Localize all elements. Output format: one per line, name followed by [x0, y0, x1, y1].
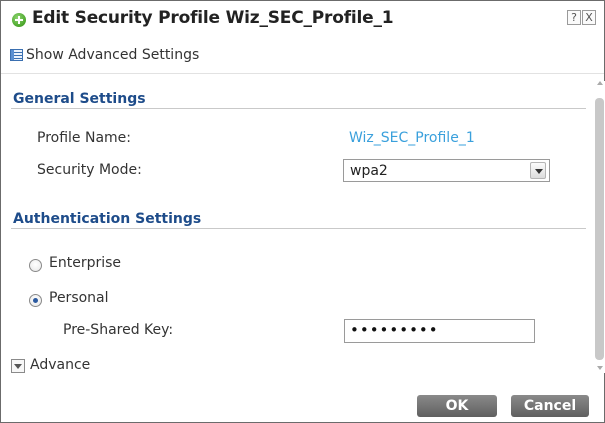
profile-name-label: Profile Name: — [37, 130, 132, 146]
scrollbar-thumb[interactable] — [595, 98, 604, 360]
dialog-title: Edit Security Profile Wiz_SEC_Profile_1 — [32, 8, 394, 28]
chevron-down-icon[interactable] — [530, 162, 546, 179]
personal-radio[interactable] — [29, 294, 42, 307]
show-advanced-settings-link[interactable]: Show Advanced Settings — [10, 45, 199, 65]
green-plus-circle-icon — [12, 13, 26, 27]
pre-shared-key-label: Pre-Shared Key: — [63, 322, 174, 338]
cancel-button[interactable]: Cancel — [511, 395, 589, 417]
help-button[interactable]: ? — [567, 10, 581, 25]
dialog-content: General Settings Profile Name: Wiz_SEC_P… — [11, 81, 591, 381]
dialog-titlebar: Edit Security Profile Wiz_SEC_Profile_1 … — [1, 1, 604, 39]
enterprise-label: Enterprise — [49, 255, 122, 271]
vertical-scrollbar[interactable] — [595, 81, 605, 373]
advance-label[interactable]: Advance — [30, 357, 90, 373]
authentication-settings-title: Authentication Settings — [13, 211, 202, 227]
security-mode-selected-value: wpa2 — [350, 163, 388, 179]
general-settings-header: General Settings — [11, 81, 586, 109]
triangle-down-icon[interactable] — [11, 359, 25, 373]
personal-label: Personal — [49, 290, 109, 306]
divider — [1, 73, 604, 74]
pre-shared-key-input[interactable]: ••••••••• — [344, 319, 535, 343]
security-mode-label: Security Mode: — [37, 162, 142, 178]
scroll-up-icon[interactable] — [597, 81, 603, 85]
enterprise-radio[interactable] — [29, 259, 42, 272]
edit-security-profile-dialog: Edit Security Profile Wiz_SEC_Profile_1 … — [0, 0, 605, 423]
profile-name-value: Wiz_SEC_Profile_1 — [349, 130, 475, 146]
pre-shared-key-masked-value: ••••••••• — [350, 321, 439, 339]
show-advanced-settings-label: Show Advanced Settings — [26, 47, 200, 63]
ok-button[interactable]: OK — [417, 395, 497, 417]
security-mode-select[interactable]: wpa2 — [343, 159, 550, 182]
general-settings-title: General Settings — [13, 91, 146, 107]
table-grid-icon — [10, 49, 23, 61]
scroll-down-icon[interactable] — [597, 366, 603, 370]
authentication-settings-header: Authentication Settings — [11, 201, 586, 229]
dialog-footer: OK Cancel — [1, 383, 604, 423]
close-button[interactable]: X — [582, 10, 596, 25]
